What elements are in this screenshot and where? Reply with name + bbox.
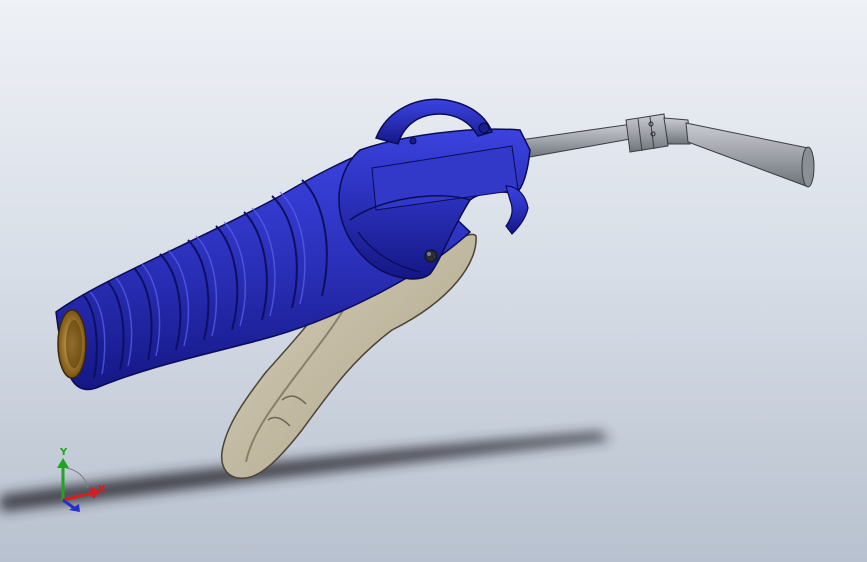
nozzle-assembly[interactable] bbox=[519, 113, 815, 188]
nozzle-tube[interactable] bbox=[519, 123, 637, 159]
pivot-pin[interactable] bbox=[424, 249, 438, 263]
floor-shadow bbox=[0, 432, 610, 512]
trigger-tab[interactable] bbox=[505, 185, 529, 235]
orientation-triad[interactable]: Y X bbox=[57, 447, 106, 512]
nozzle-cone[interactable] bbox=[685, 122, 815, 187]
nozzle-collar[interactable] bbox=[625, 113, 669, 153]
triad-y-arrow bbox=[57, 458, 69, 468]
housing-screw bbox=[478, 122, 490, 134]
triad-x-label: X bbox=[98, 484, 106, 495]
nozzle-neck[interactable] bbox=[663, 117, 691, 145]
model-view[interactable]: Y X bbox=[0, 0, 867, 562]
cad-graphics-area[interactable]: Y X bbox=[0, 0, 867, 562]
triad-y-label: Y bbox=[59, 447, 68, 458]
